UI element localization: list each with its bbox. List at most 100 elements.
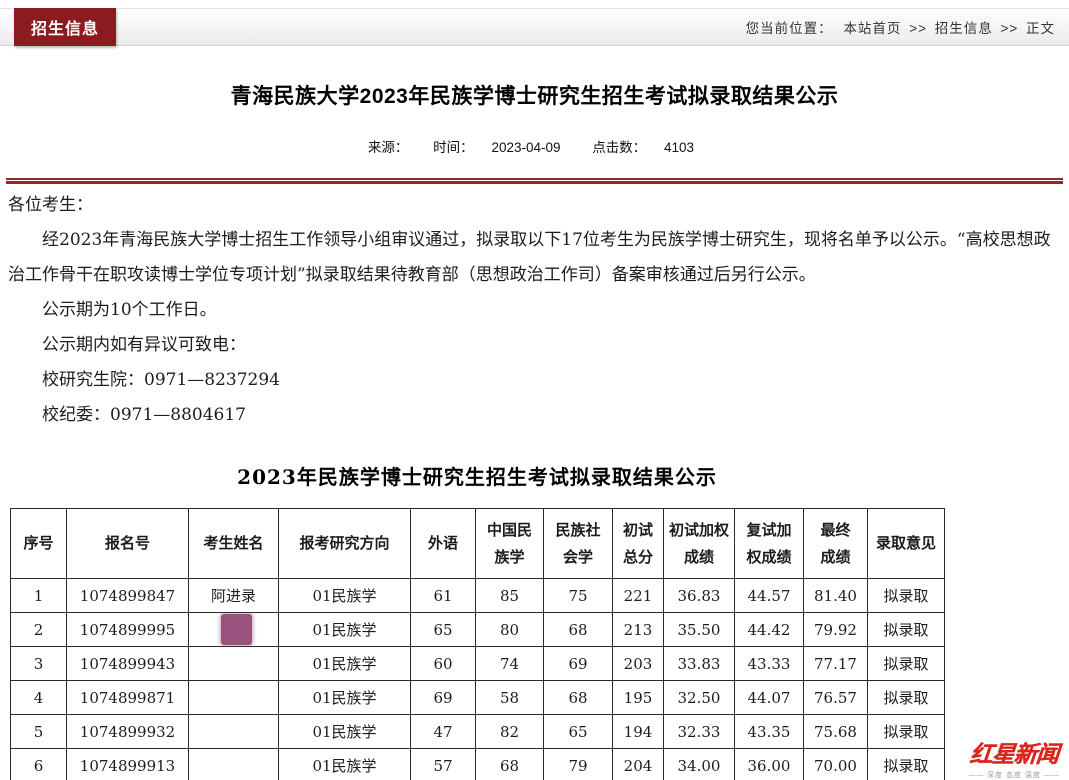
- table-cell: 221: [613, 579, 664, 613]
- body-paragraph-3: 公示期为10个工作日。: [8, 293, 1059, 328]
- column-header: 复试加 权成绩: [735, 509, 804, 579]
- table-cell: 1074899913: [67, 749, 189, 780]
- breadcrumb-link-1[interactable]: 本站首页: [843, 21, 901, 36]
- column-header: 报考研究方向: [279, 509, 411, 579]
- candidate-name-cell: [189, 749, 279, 780]
- table-row: 6107489991301民族学57687920434.0036.0070.00…: [11, 749, 945, 780]
- table-cell: 75: [544, 579, 613, 613]
- page-title: 青海民族大学2023年民族学博士研究生招生考试拟录取结果公示: [0, 80, 1069, 110]
- column-header: 初试加权 成绩: [664, 509, 735, 579]
- section-badge-admissions[interactable]: 招生信息: [14, 8, 116, 46]
- table-cell: 01民族学: [279, 647, 411, 681]
- table-cell: 32.33: [664, 715, 735, 749]
- body-paragraph-4: 公示期内如有异议可致电：: [8, 328, 1059, 363]
- candidate-name-cell: [189, 613, 279, 647]
- table-cell: 36.83: [664, 579, 735, 613]
- table-cell: 5: [11, 715, 67, 749]
- table-cell: 58: [476, 681, 544, 715]
- table-row: 3107489994301民族学60746920333.8343.3377.17…: [11, 647, 945, 681]
- column-header: 初试 总分: [613, 509, 664, 579]
- table-cell: 6: [11, 749, 67, 780]
- table-cell: 34.00: [664, 749, 735, 780]
- candidate-name-cell: [189, 681, 279, 715]
- table-cell: 1074899943: [67, 647, 189, 681]
- column-header: 民族社 会学: [544, 509, 613, 579]
- meta-time: 时间： 2023-04-09: [426, 140, 567, 155]
- table-cell: 44.57: [735, 579, 804, 613]
- table-cell: 44.42: [735, 613, 804, 647]
- table-header-row: 序号报名号考生姓名报考研究方向外语中国民 族学民族社 会学初试 总分初试加权 成…: [11, 509, 945, 579]
- redaction-patch: [221, 614, 252, 645]
- table-cell: 拟录取: [868, 613, 945, 647]
- table-cell: 1074899871: [67, 681, 189, 715]
- table-cell: 35.50: [664, 613, 735, 647]
- body-paragraph-5: 校研究生院：0971—8237294: [8, 363, 1059, 398]
- table-cell: 4: [11, 681, 67, 715]
- body-paragraph-2: 经2023年青海民族大学博士招生工作领导小组审议通过，拟录取以下17位考生为民族…: [8, 223, 1059, 293]
- table-cell: 拟录取: [868, 715, 945, 749]
- meta-source-label: 来源：: [368, 140, 409, 155]
- table-cell: 75.68: [804, 715, 868, 749]
- table-cell: 69: [544, 647, 613, 681]
- table-cell: 57: [411, 749, 476, 780]
- table-row: 2107489999501民族学65806821335.5044.4279.92…: [11, 613, 945, 647]
- column-header: 最终 成绩: [804, 509, 868, 579]
- table-cell: 47: [411, 715, 476, 749]
- table-cell: 76.57: [804, 681, 868, 715]
- table-cell: 65: [411, 613, 476, 647]
- table-cell: 44.07: [735, 681, 804, 715]
- table-cell: 32.50: [664, 681, 735, 715]
- table-cell: 79.92: [804, 613, 868, 647]
- table-cell: 01民族学: [279, 613, 411, 647]
- table-cell: 65: [544, 715, 613, 749]
- table-cell: 82: [476, 715, 544, 749]
- table-cell: 213: [613, 613, 664, 647]
- meta-hits: 点击数： 4103: [585, 140, 701, 155]
- table-cell: 1074899847: [67, 579, 189, 613]
- column-header: 中国民 族学: [476, 509, 544, 579]
- article-meta: 来源： 时间： 2023-04-09 点击数： 4103: [0, 136, 1069, 156]
- candidate-name-cell: [189, 647, 279, 681]
- article-body: 各位考生：经2023年青海民族大学博士招生工作领导小组审议通过，拟录取以下17位…: [0, 184, 1069, 433]
- table-cell: 204: [613, 749, 664, 780]
- table-cell: 77.17: [804, 647, 868, 681]
- table-cell: 195: [613, 681, 664, 715]
- table-cell: 68: [544, 681, 613, 715]
- column-header: 考生姓名: [189, 509, 279, 579]
- breadcrumb-separator: [833, 21, 844, 36]
- table-cell: 194: [613, 715, 664, 749]
- table-cell: 43.33: [735, 647, 804, 681]
- table-title: 2023年民族学博士研究生招生考试拟录取结果公示: [10, 461, 944, 490]
- candidate-name-cell: [189, 715, 279, 749]
- table-cell: 2: [11, 613, 67, 647]
- table-cell: 74: [476, 647, 544, 681]
- table-cell: 81.40: [804, 579, 868, 613]
- redstar-news-tagline: —— 深度 态度 温度 ——: [961, 770, 1067, 780]
- column-header: 外语: [411, 509, 476, 579]
- breadcrumb-link-3[interactable]: 正文: [1026, 21, 1055, 36]
- breadcrumb-separator: >>: [993, 21, 1026, 36]
- table-cell: 拟录取: [868, 749, 945, 780]
- breadcrumb-separator: >>: [901, 21, 934, 36]
- table-row: 4107489987101民族学69586819532.5044.0776.57…: [11, 681, 945, 715]
- table-cell: 68: [476, 749, 544, 780]
- table-cell: 70.00: [804, 749, 868, 780]
- table-cell: 1074899932: [67, 715, 189, 749]
- breadcrumb: 您当前位置： 本站首页 >> 招生信息 >> 正文: [746, 17, 1055, 37]
- column-header: 序号: [11, 509, 67, 579]
- table-cell: 80: [476, 613, 544, 647]
- top-bar: 招生信息 您当前位置： 本站首页 >> 招生信息 >> 正文: [0, 8, 1069, 46]
- table-cell: 01民族学: [279, 749, 411, 780]
- table-cell: 85: [476, 579, 544, 613]
- body-paragraph-1: 各位考生：: [8, 188, 1059, 223]
- table-cell: 36.00: [735, 749, 804, 780]
- table-cell: 33.83: [664, 647, 735, 681]
- table-cell: 01民族学: [279, 715, 411, 749]
- table-cell: 68: [544, 613, 613, 647]
- redstar-news-watermark: 红星新闻 —— 深度 态度 温度 ——: [961, 735, 1067, 780]
- breadcrumb-link-2[interactable]: 招生信息: [935, 21, 993, 36]
- table-row: 5107489993201民族学47826519432.3343.3575.68…: [11, 715, 945, 749]
- body-paragraph-6: 校纪委：0971—8804617: [8, 398, 1059, 433]
- table-cell: 01民族学: [279, 579, 411, 613]
- redstar-news-logo: 红星新闻: [969, 735, 1060, 769]
